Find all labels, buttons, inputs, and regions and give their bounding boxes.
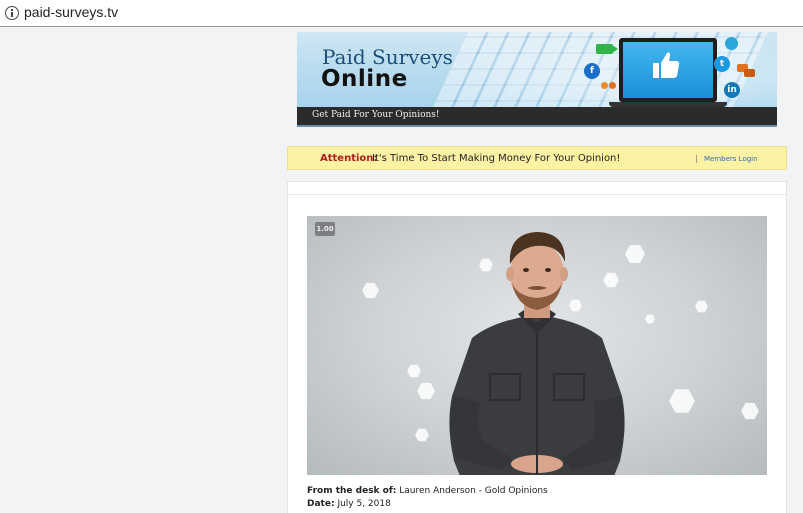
- facebook-icon: f: [584, 63, 600, 79]
- twitter-icon: t: [714, 56, 730, 72]
- author-value: Lauren Anderson - Gold Opinions: [399, 486, 548, 496]
- people-icon: [601, 82, 619, 94]
- bokeh-particle: [645, 314, 655, 324]
- attention-bar: Attention: It's Time To Start Making Mon…: [287, 146, 787, 170]
- linkedin-icon: in: [724, 82, 740, 98]
- presenter-image: [449, 232, 625, 475]
- bokeh-particle: [407, 364, 421, 378]
- chat-bubbles-icon: [737, 64, 755, 77]
- globe-icon: [725, 37, 738, 50]
- author-label: From the desk of:: [307, 486, 397, 496]
- bokeh-particle: [362, 282, 379, 299]
- date-value: July 5, 2018: [337, 499, 391, 509]
- thumbs-up-icon: [653, 52, 680, 78]
- card-divider: [288, 194, 786, 195]
- tagline: Get Paid For Your Opinions!: [312, 110, 440, 120]
- bokeh-particle: [695, 300, 708, 313]
- attention-label: Attention:: [320, 153, 378, 164]
- playback-speed-badge[interactable]: 1.00: [315, 222, 335, 236]
- site-banner: Paid Surveys Online f t in Get Paid For …: [297, 32, 777, 127]
- author-line: From the desk of: Lauren Anderson - Gold…: [307, 486, 548, 496]
- video-player[interactable]: 1.00: [307, 216, 767, 475]
- date-line: Date: July 5, 2018: [307, 499, 391, 509]
- members-login-link[interactable]: Members Login: [704, 155, 758, 163]
- bokeh-particle: [415, 428, 429, 442]
- url-text[interactable]: paid-surveys.tv: [24, 4, 118, 20]
- bokeh-particle: [741, 402, 759, 420]
- attention-separator: |: [695, 154, 698, 163]
- date-label: Date:: [307, 499, 335, 509]
- tagline-strip: Get Paid For Your Opinions!: [297, 107, 777, 125]
- address-bar[interactable]: paid-surveys.tv: [0, 0, 803, 27]
- video-camera-icon: [596, 44, 618, 54]
- brand-subtitle: Online: [321, 66, 408, 92]
- attention-text: It's Time To Start Making Money For Your…: [372, 153, 621, 164]
- info-icon[interactable]: [5, 6, 19, 20]
- bokeh-particle: [669, 389, 695, 413]
